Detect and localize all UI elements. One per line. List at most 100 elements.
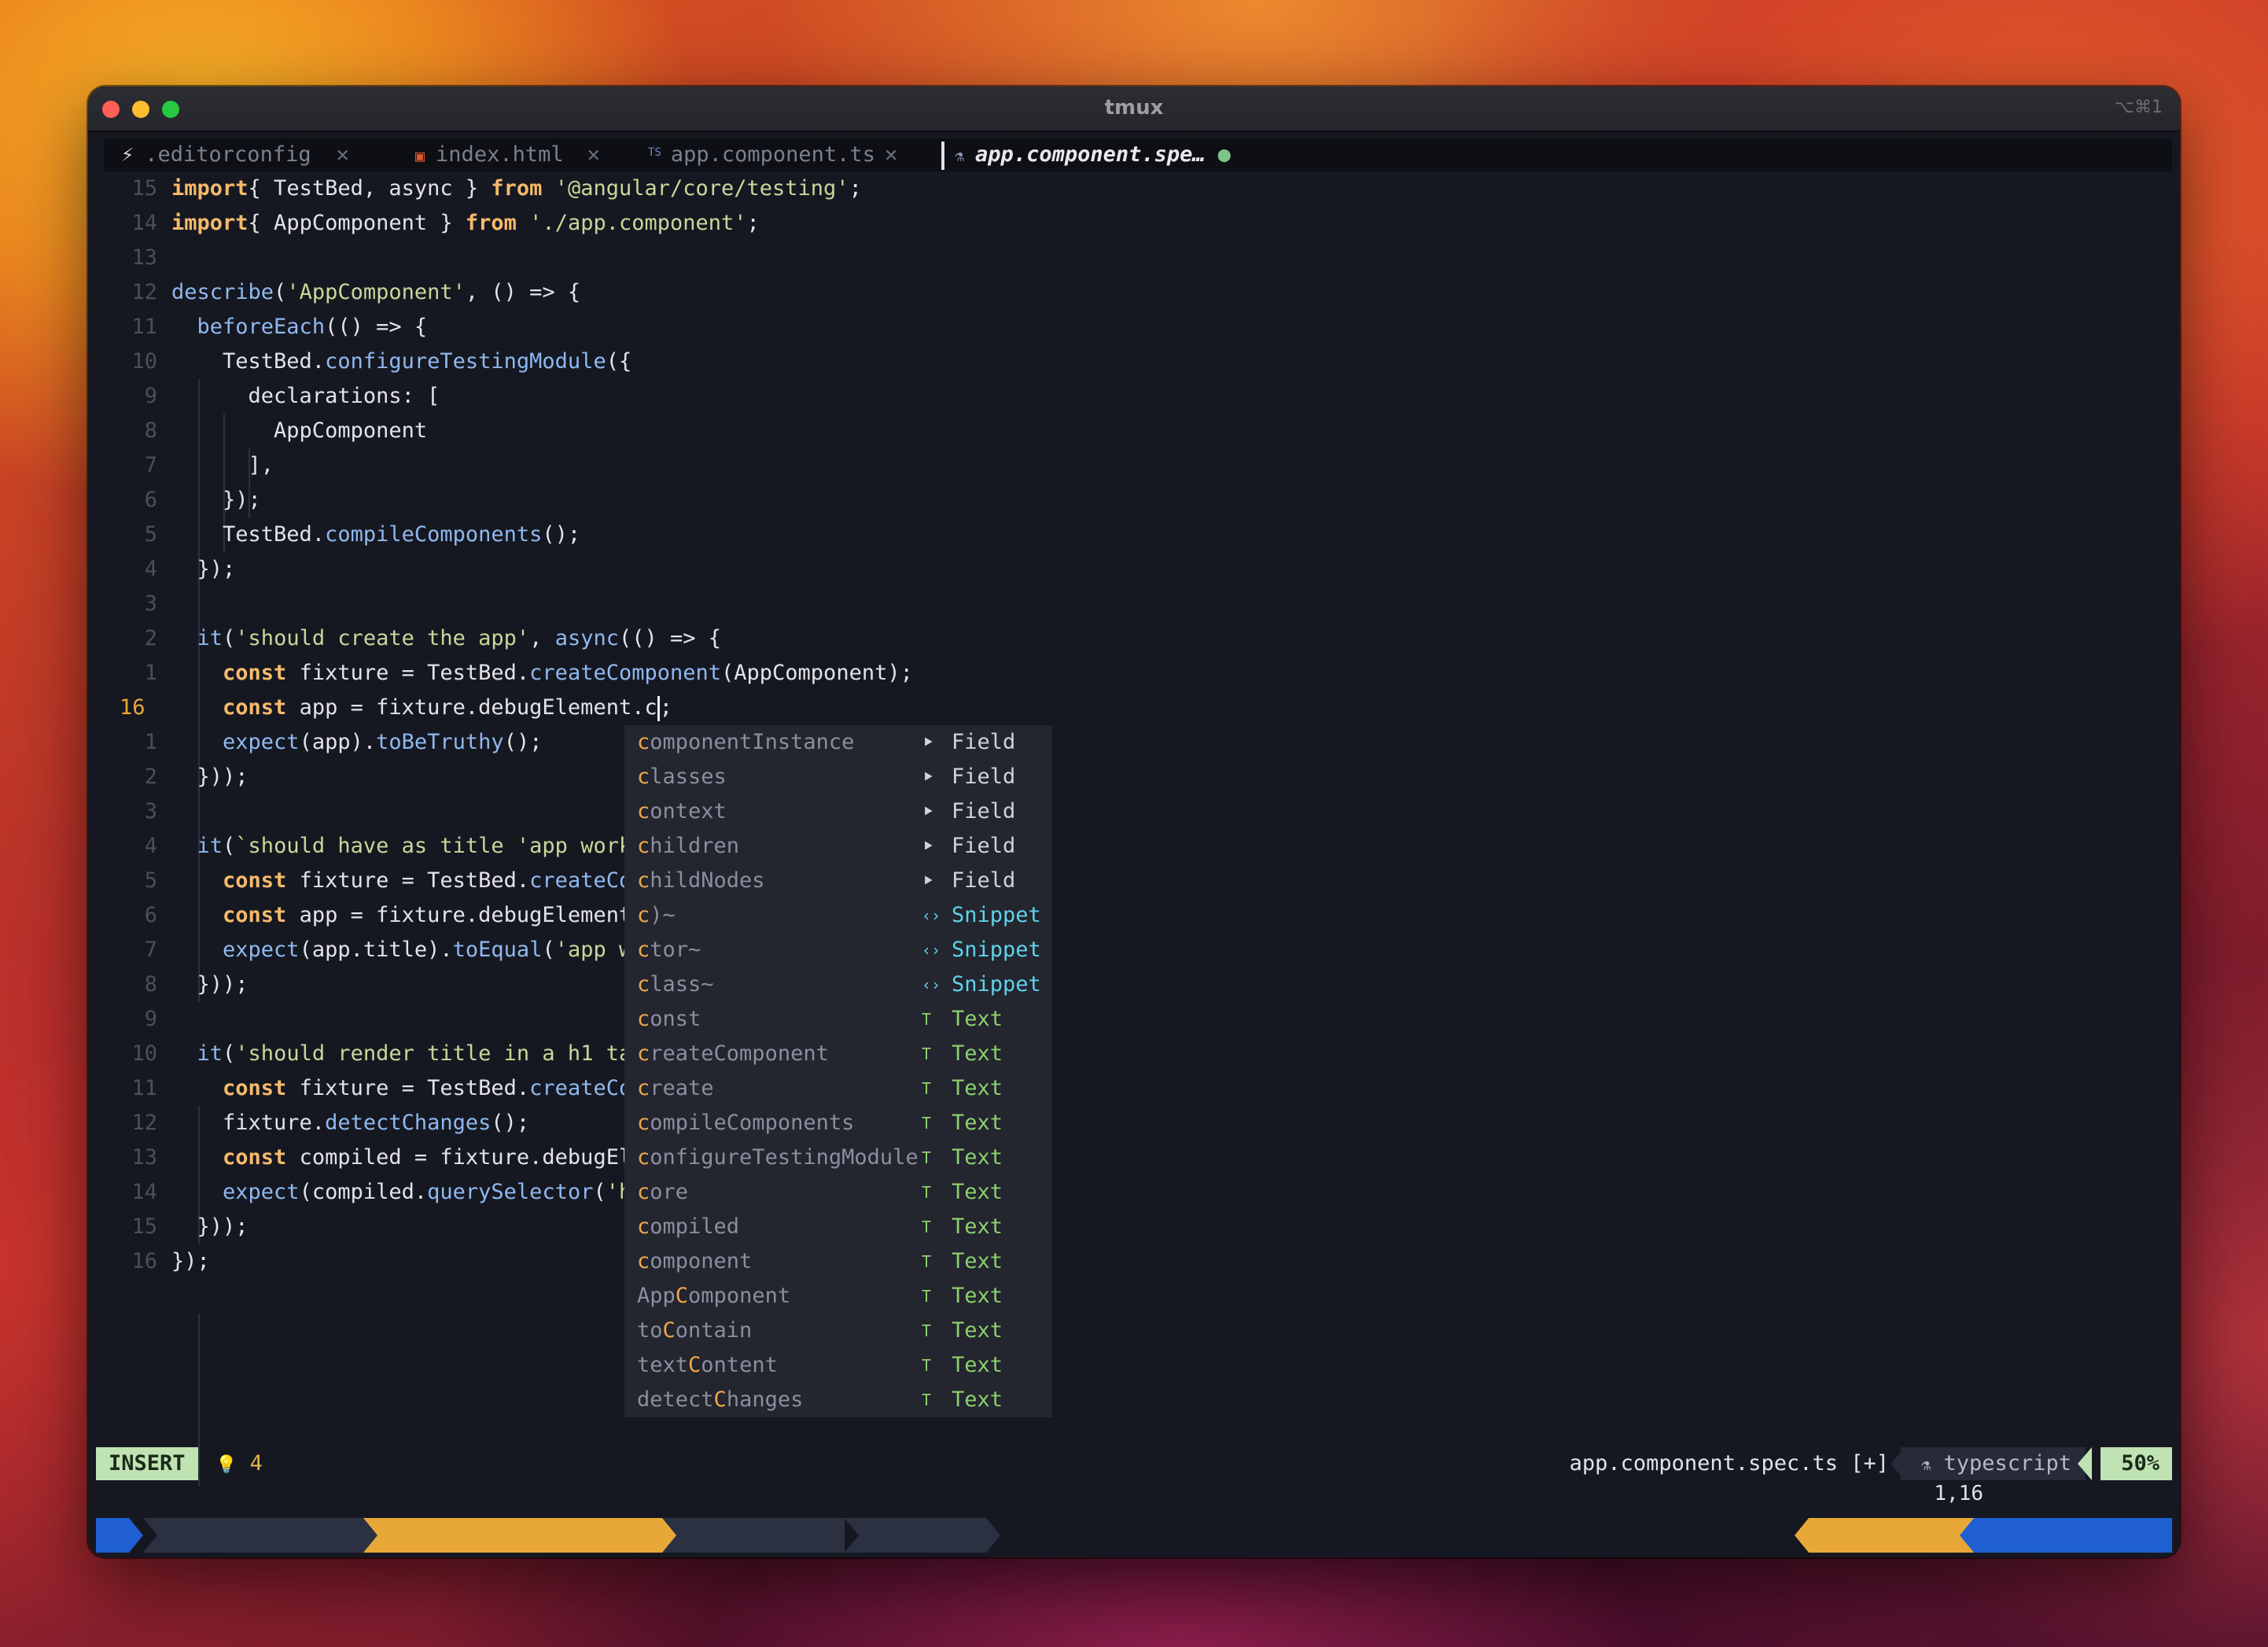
code-line[interactable]: 15 }));	[88, 1210, 2180, 1244]
code-editor[interactable]: 15 import{ TestBed, async } from '@angula…	[88, 171, 2180, 1487]
code-line[interactable]: 6 });	[88, 483, 2180, 518]
title-bar: tmux ⌥⌘1	[88, 87, 2180, 132]
code-line[interactable]: 11 const fixture = TestBed.createCo	[88, 1071, 2180, 1106]
completion-item[interactable]: core T Text	[624, 1175, 1052, 1210]
completion-item[interactable]: componentInstance ⯈ Field	[624, 725, 1052, 760]
code-line[interactable]: 10 TestBed.configureTestingModule({	[88, 345, 2180, 379]
tmux-window-2-active[interactable]: 2 〉 okai-iterm	[363, 1518, 676, 1553]
code-line[interactable]: 13 const compiled = fixture.debugEl	[88, 1140, 2180, 1175]
tmux-window-3[interactable]: 3 〉 readme	[662, 1518, 859, 1553]
tab-editorconfig[interactable]: ⚡ .editorconfig ✕	[121, 138, 349, 171]
code-line[interactable]: 6 const app = fixture.debugElement	[88, 898, 2180, 933]
code-line[interactable]: 2 it('should create the app', async(() =…	[88, 621, 2180, 656]
completion-item[interactable]: ctor~ ‹› Snippet	[624, 933, 1052, 967]
code-line[interactable]: 5 TestBed.compileComponents();	[88, 518, 2180, 552]
segment-separator	[986, 1518, 1000, 1553]
code-line[interactable]: 9 declarations: [	[88, 379, 2180, 414]
code-line[interactable]: 8 AppComponent	[88, 414, 2180, 448]
close-tab-icon[interactable]: ✕	[587, 142, 600, 167]
code-line[interactable]: 10 it('should render title in a h1 ta	[88, 1037, 2180, 1071]
completion-menu[interactable]: componentInstance ⯈ Field classes ⯈ Field cont…	[624, 725, 1052, 1417]
code-text: it('should create the app', async(() => …	[171, 621, 722, 656]
code-line[interactable]: 15 import{ TestBed, async } from '@angula…	[88, 171, 2180, 206]
code-line[interactable]: 3	[88, 794, 2180, 829]
close-tab-icon[interactable]: ✕	[885, 142, 897, 167]
code-token: (app.title).	[299, 938, 453, 962]
code-line[interactable]: 11 beforeEach(() => {	[88, 310, 2180, 345]
completion-item[interactable]: AppComponent T Text	[624, 1279, 1052, 1314]
completion-item[interactable]: compileComponents T Text	[624, 1106, 1052, 1140]
field-icon: ⯈	[922, 871, 934, 890]
code-line[interactable]: 12 describe('AppComponent', () => {	[88, 275, 2180, 310]
code-line[interactable]: 7 expect(app.title).toEqual('app w	[88, 933, 2180, 967]
code-line[interactable]: 3	[88, 587, 2180, 621]
completion-item[interactable]: classes ⯈ Field	[624, 760, 1052, 794]
code-line[interactable]: 1 expect(app).toBeTruthy();	[88, 725, 2180, 760]
completion-item[interactable]: c)~ ‹› Snippet	[624, 898, 1052, 933]
code-token: (	[223, 1041, 236, 1066]
line-number: 8	[144, 972, 157, 997]
completion-item[interactable]: context ⯈ Field	[624, 794, 1052, 829]
code-line[interactable]: 14 expect(compiled.querySelector('h rks!…	[88, 1175, 2180, 1210]
completion-word-match: c	[637, 972, 650, 997]
tmux-window-4[interactable]: 4 〉 nvim	[845, 1518, 1000, 1553]
completion-kind: Field	[952, 765, 1016, 789]
code-line[interactable]: 9	[88, 1002, 2180, 1037]
completion-word-post: tor~	[650, 938, 701, 962]
tab-app-component-spec[interactable]: ⚗ app.component.spe… ●	[955, 138, 1231, 171]
filetype-label: typescript	[1943, 1451, 2071, 1476]
completion-item[interactable]: createComponent T Text	[624, 1037, 1052, 1071]
window-title: tmux	[1104, 96, 1164, 120]
code-line[interactable]: 5 const fixture = TestBed.createCo	[88, 864, 2180, 898]
code-token: 'AppComponent'	[286, 280, 466, 304]
text-icon: T	[922, 1045, 932, 1063]
code-line[interactable]: 13	[88, 241, 2180, 275]
completion-word: compiled	[637, 1210, 739, 1244]
completion-item[interactable]: const T Text	[624, 1002, 1052, 1037]
code-line[interactable]: 4 it(`should have as title 'app work	[88, 829, 2180, 864]
code-line[interactable]: 12 fixture.detectChanges();	[88, 1106, 2180, 1140]
close-tab-icon[interactable]: ✕	[337, 142, 349, 167]
completion-word-match: c	[637, 1076, 650, 1100]
completion-item[interactable]: detectChanges T Text	[624, 1383, 1052, 1417]
completion-item[interactable]: toContain T Text	[624, 1314, 1052, 1348]
tab-app-component-ts[interactable]: TS app.component.ts ✕	[648, 138, 897, 171]
segment-separator	[129, 1518, 143, 1553]
completion-item[interactable]: compiled T Text	[624, 1210, 1052, 1244]
tab-label: index.html	[436, 142, 564, 167]
completion-item[interactable]: component T Text	[624, 1244, 1052, 1279]
code-token: from	[491, 176, 543, 201]
code-line[interactable]: 1 const fixture = TestBed.createComponen…	[88, 656, 2180, 691]
code-line-current[interactable]: 16 const app = fixture.debugElement.c;	[88, 691, 2180, 725]
diagnostics[interactable]: 💡 4	[215, 1447, 263, 1482]
completion-item[interactable]: childNodes ⯈ Field	[624, 864, 1052, 898]
tmux-date: 2024-03-16	[1795, 1518, 1974, 1553]
code-line[interactable]: 7 ],	[88, 448, 2180, 483]
code-line[interactable]: 16});	[88, 1244, 2180, 1279]
code-token: , () => {	[465, 280, 581, 304]
completion-word: configureTestingModule	[637, 1140, 919, 1175]
completion-item[interactable]: configureTestingModule T Text	[624, 1140, 1052, 1175]
line-number: 1	[144, 730, 157, 754]
code-line[interactable]: 8 }));	[88, 967, 2180, 1002]
code-line[interactable]: 4 });	[88, 552, 2180, 587]
code-line[interactable]: 14 import{ AppComponent } from './app.com…	[88, 206, 2180, 241]
completion-word-post: hildNodes	[650, 868, 765, 893]
code-line[interactable]: 2 }));	[88, 760, 2180, 794]
completion-item[interactable]: create T Text	[624, 1071, 1052, 1106]
tmux-session[interactable]: 1	[96, 1518, 143, 1553]
completion-item[interactable]: class~ ‹› Snippet	[624, 967, 1052, 1002]
completion-item[interactable]: children ⯈ Field	[624, 829, 1052, 864]
code-token: }));	[171, 765, 249, 789]
line-number: 7	[144, 453, 157, 477]
code-token: toBeTruthy	[376, 730, 504, 754]
completion-word-post: ontent	[701, 1353, 778, 1377]
completion-item[interactable]: textContent T Text	[624, 1348, 1052, 1383]
field-icon: ⯈	[922, 837, 934, 856]
completion-word-match: c	[637, 1145, 650, 1170]
completion-word-post: onfigureTestingModule	[650, 1145, 919, 1170]
code-token: ();	[503, 730, 543, 754]
code-token: fixture = TestBed.	[286, 868, 530, 893]
tab-index-html[interactable]: ▣ index.html ✕	[415, 138, 600, 171]
